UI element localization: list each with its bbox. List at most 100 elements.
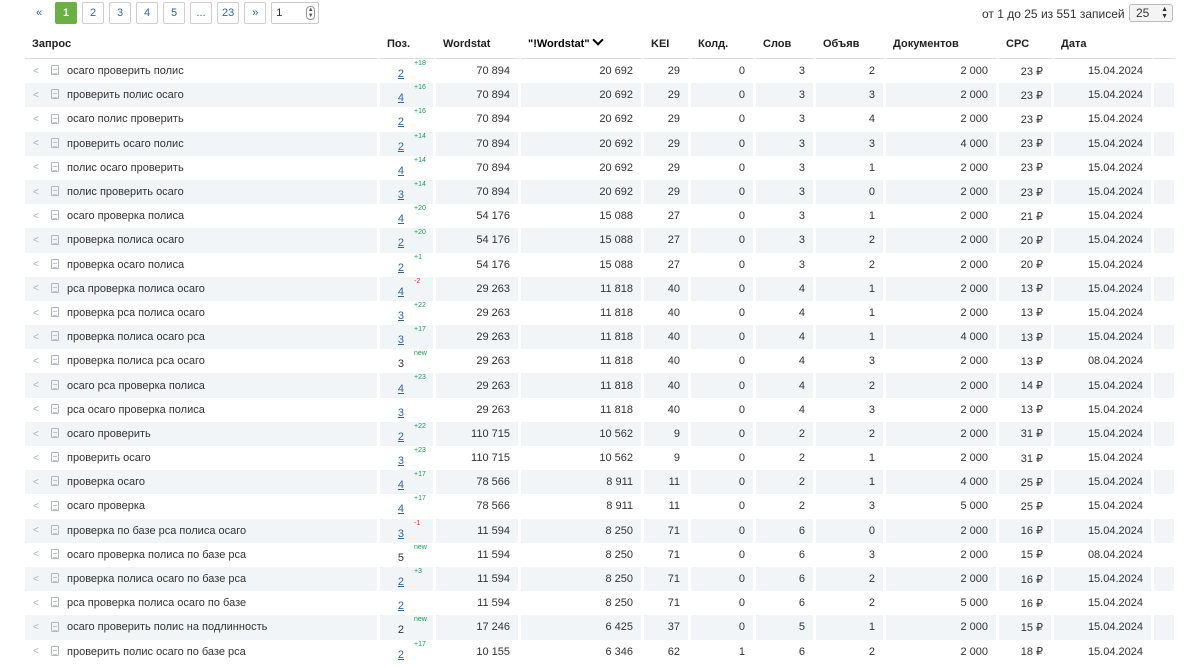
share-icon[interactable]: < <box>33 66 47 77</box>
document-icon[interactable] <box>51 403 59 414</box>
col-obyav[interactable]: Объяв <box>816 30 886 59</box>
document-icon[interactable] <box>51 186 59 197</box>
share-icon[interactable]: < <box>33 598 47 609</box>
document-icon[interactable] <box>51 89 59 100</box>
position-value[interactable]: 2 <box>398 68 404 80</box>
date-cell: 15.04.2024 <box>1054 228 1154 253</box>
document-icon[interactable] <box>51 137 59 148</box>
document-icon[interactable] <box>51 282 59 293</box>
col-docs[interactable]: Документов <box>886 30 999 59</box>
document-icon[interactable] <box>51 307 59 318</box>
page-button-1[interactable]: 1 <box>55 2 77 24</box>
share-icon[interactable]: < <box>33 380 47 391</box>
share-icon[interactable]: < <box>33 114 47 125</box>
share-icon[interactable]: < <box>33 646 47 657</box>
share-icon[interactable]: < <box>33 574 47 585</box>
col-date[interactable]: Дата <box>1054 30 1154 59</box>
stepper-icon[interactable]: ▲ ▼ <box>306 6 316 20</box>
wordstat-exact-cell: 11 818 <box>521 276 644 301</box>
page-button-5[interactable]: 5 <box>163 2 185 24</box>
position-value[interactable]: 2 <box>398 649 404 661</box>
share-icon[interactable]: < <box>33 525 47 536</box>
position-value[interactable]: 4 <box>398 383 404 395</box>
document-icon[interactable] <box>51 476 59 487</box>
document-icon[interactable] <box>51 597 59 608</box>
position-value[interactable]: 4 <box>398 503 404 515</box>
page-button-4[interactable]: 4 <box>136 2 158 24</box>
position-value[interactable]: 2 <box>398 576 404 588</box>
per-page-select[interactable]: 25 ▲ ▼ <box>1129 4 1173 22</box>
share-icon[interactable]: < <box>33 138 47 149</box>
share-icon[interactable]: < <box>33 429 47 440</box>
share-icon[interactable]: < <box>33 477 47 488</box>
position-value[interactable]: 3 <box>398 310 404 322</box>
goto-page-input[interactable]: 1 ▲ ▼ <box>271 2 320 24</box>
position-value[interactable]: 2 <box>398 141 404 153</box>
col-query[interactable]: Запрос <box>25 30 380 59</box>
col-cpc[interactable]: CPC <box>999 30 1054 59</box>
position-value[interactable]: 4 <box>398 213 404 225</box>
position-value[interactable]: 3 <box>398 455 404 467</box>
position-value[interactable]: 2 <box>398 237 404 249</box>
col-slov[interactable]: Слов <box>756 30 816 59</box>
table-header: Запрос Поз. Wordstat "!Wordstat" KEI Кол… <box>25 30 1177 59</box>
position-value[interactable]: 3 <box>398 334 404 346</box>
document-icon[interactable] <box>51 379 59 390</box>
position-value[interactable]: 3 <box>398 407 404 419</box>
document-icon[interactable] <box>51 331 59 342</box>
document-icon[interactable] <box>51 234 59 245</box>
document-icon[interactable] <box>51 258 59 269</box>
kold-cell: 1 <box>691 639 756 664</box>
share-icon[interactable]: < <box>33 501 47 512</box>
share-icon[interactable]: < <box>33 622 47 633</box>
document-icon[interactable] <box>51 500 59 511</box>
position-value[interactable]: 4 <box>398 286 404 298</box>
page-button-23[interactable]: 23 <box>217 2 240 24</box>
share-icon[interactable]: < <box>33 235 47 246</box>
share-icon[interactable]: < <box>33 90 47 101</box>
share-icon[interactable]: < <box>33 404 47 415</box>
table-row: < проверка осаго полиса 2 +1 54 176 15 088 27 0… <box>25 252 1177 277</box>
share-icon[interactable]: < <box>33 283 47 294</box>
share-icon[interactable]: < <box>33 187 47 198</box>
share-icon[interactable]: < <box>33 356 47 367</box>
document-icon[interactable] <box>51 428 59 438</box>
share-icon[interactable]: < <box>33 259 47 270</box>
position-value[interactable]: 2 <box>398 600 404 612</box>
position-value[interactable]: 4 <box>398 92 404 104</box>
document-icon[interactable] <box>51 65 59 76</box>
share-icon[interactable]: < <box>33 453 47 464</box>
document-icon[interactable] <box>51 210 59 221</box>
page-button-2[interactable]: 2 <box>82 2 104 24</box>
document-icon[interactable] <box>51 645 59 656</box>
page-button-3[interactable]: 3 <box>109 2 131 24</box>
next-page-button[interactable]: » <box>244 2 267 24</box>
document-icon[interactable] <box>51 452 59 463</box>
position-value[interactable]: 4 <box>398 479 404 491</box>
col-kold[interactable]: Колд. <box>691 30 756 59</box>
share-icon[interactable]: < <box>33 162 47 173</box>
position-value[interactable]: 2 <box>398 431 404 443</box>
document-icon[interactable] <box>51 573 59 584</box>
position-value[interactable]: 3 <box>398 528 404 540</box>
document-icon[interactable] <box>51 113 59 124</box>
query-text: проверка полиса осаго рса <box>67 331 205 344</box>
col-wordstat[interactable]: Wordstat <box>436 30 521 59</box>
share-icon[interactable]: < <box>33 332 47 343</box>
document-icon[interactable] <box>51 621 59 632</box>
position-value[interactable]: 2 <box>398 262 404 274</box>
document-icon[interactable] <box>51 524 59 535</box>
col-pos[interactable]: Поз. <box>380 30 436 59</box>
share-icon[interactable]: < <box>33 308 47 319</box>
col-wordstat-exact[interactable]: "!Wordstat" <box>521 30 644 59</box>
document-icon[interactable] <box>51 355 59 366</box>
share-icon[interactable]: < <box>33 549 47 560</box>
position-value[interactable]: 3 <box>398 189 404 201</box>
document-icon[interactable] <box>51 161 59 172</box>
document-icon[interactable] <box>51 548 59 559</box>
position-value[interactable]: 2 <box>398 116 404 128</box>
prev-page-button[interactable]: « <box>28 2 50 24</box>
share-icon[interactable]: < <box>33 211 47 222</box>
position-value[interactable]: 4 <box>398 165 404 177</box>
col-kei[interactable]: KEI <box>644 30 691 59</box>
